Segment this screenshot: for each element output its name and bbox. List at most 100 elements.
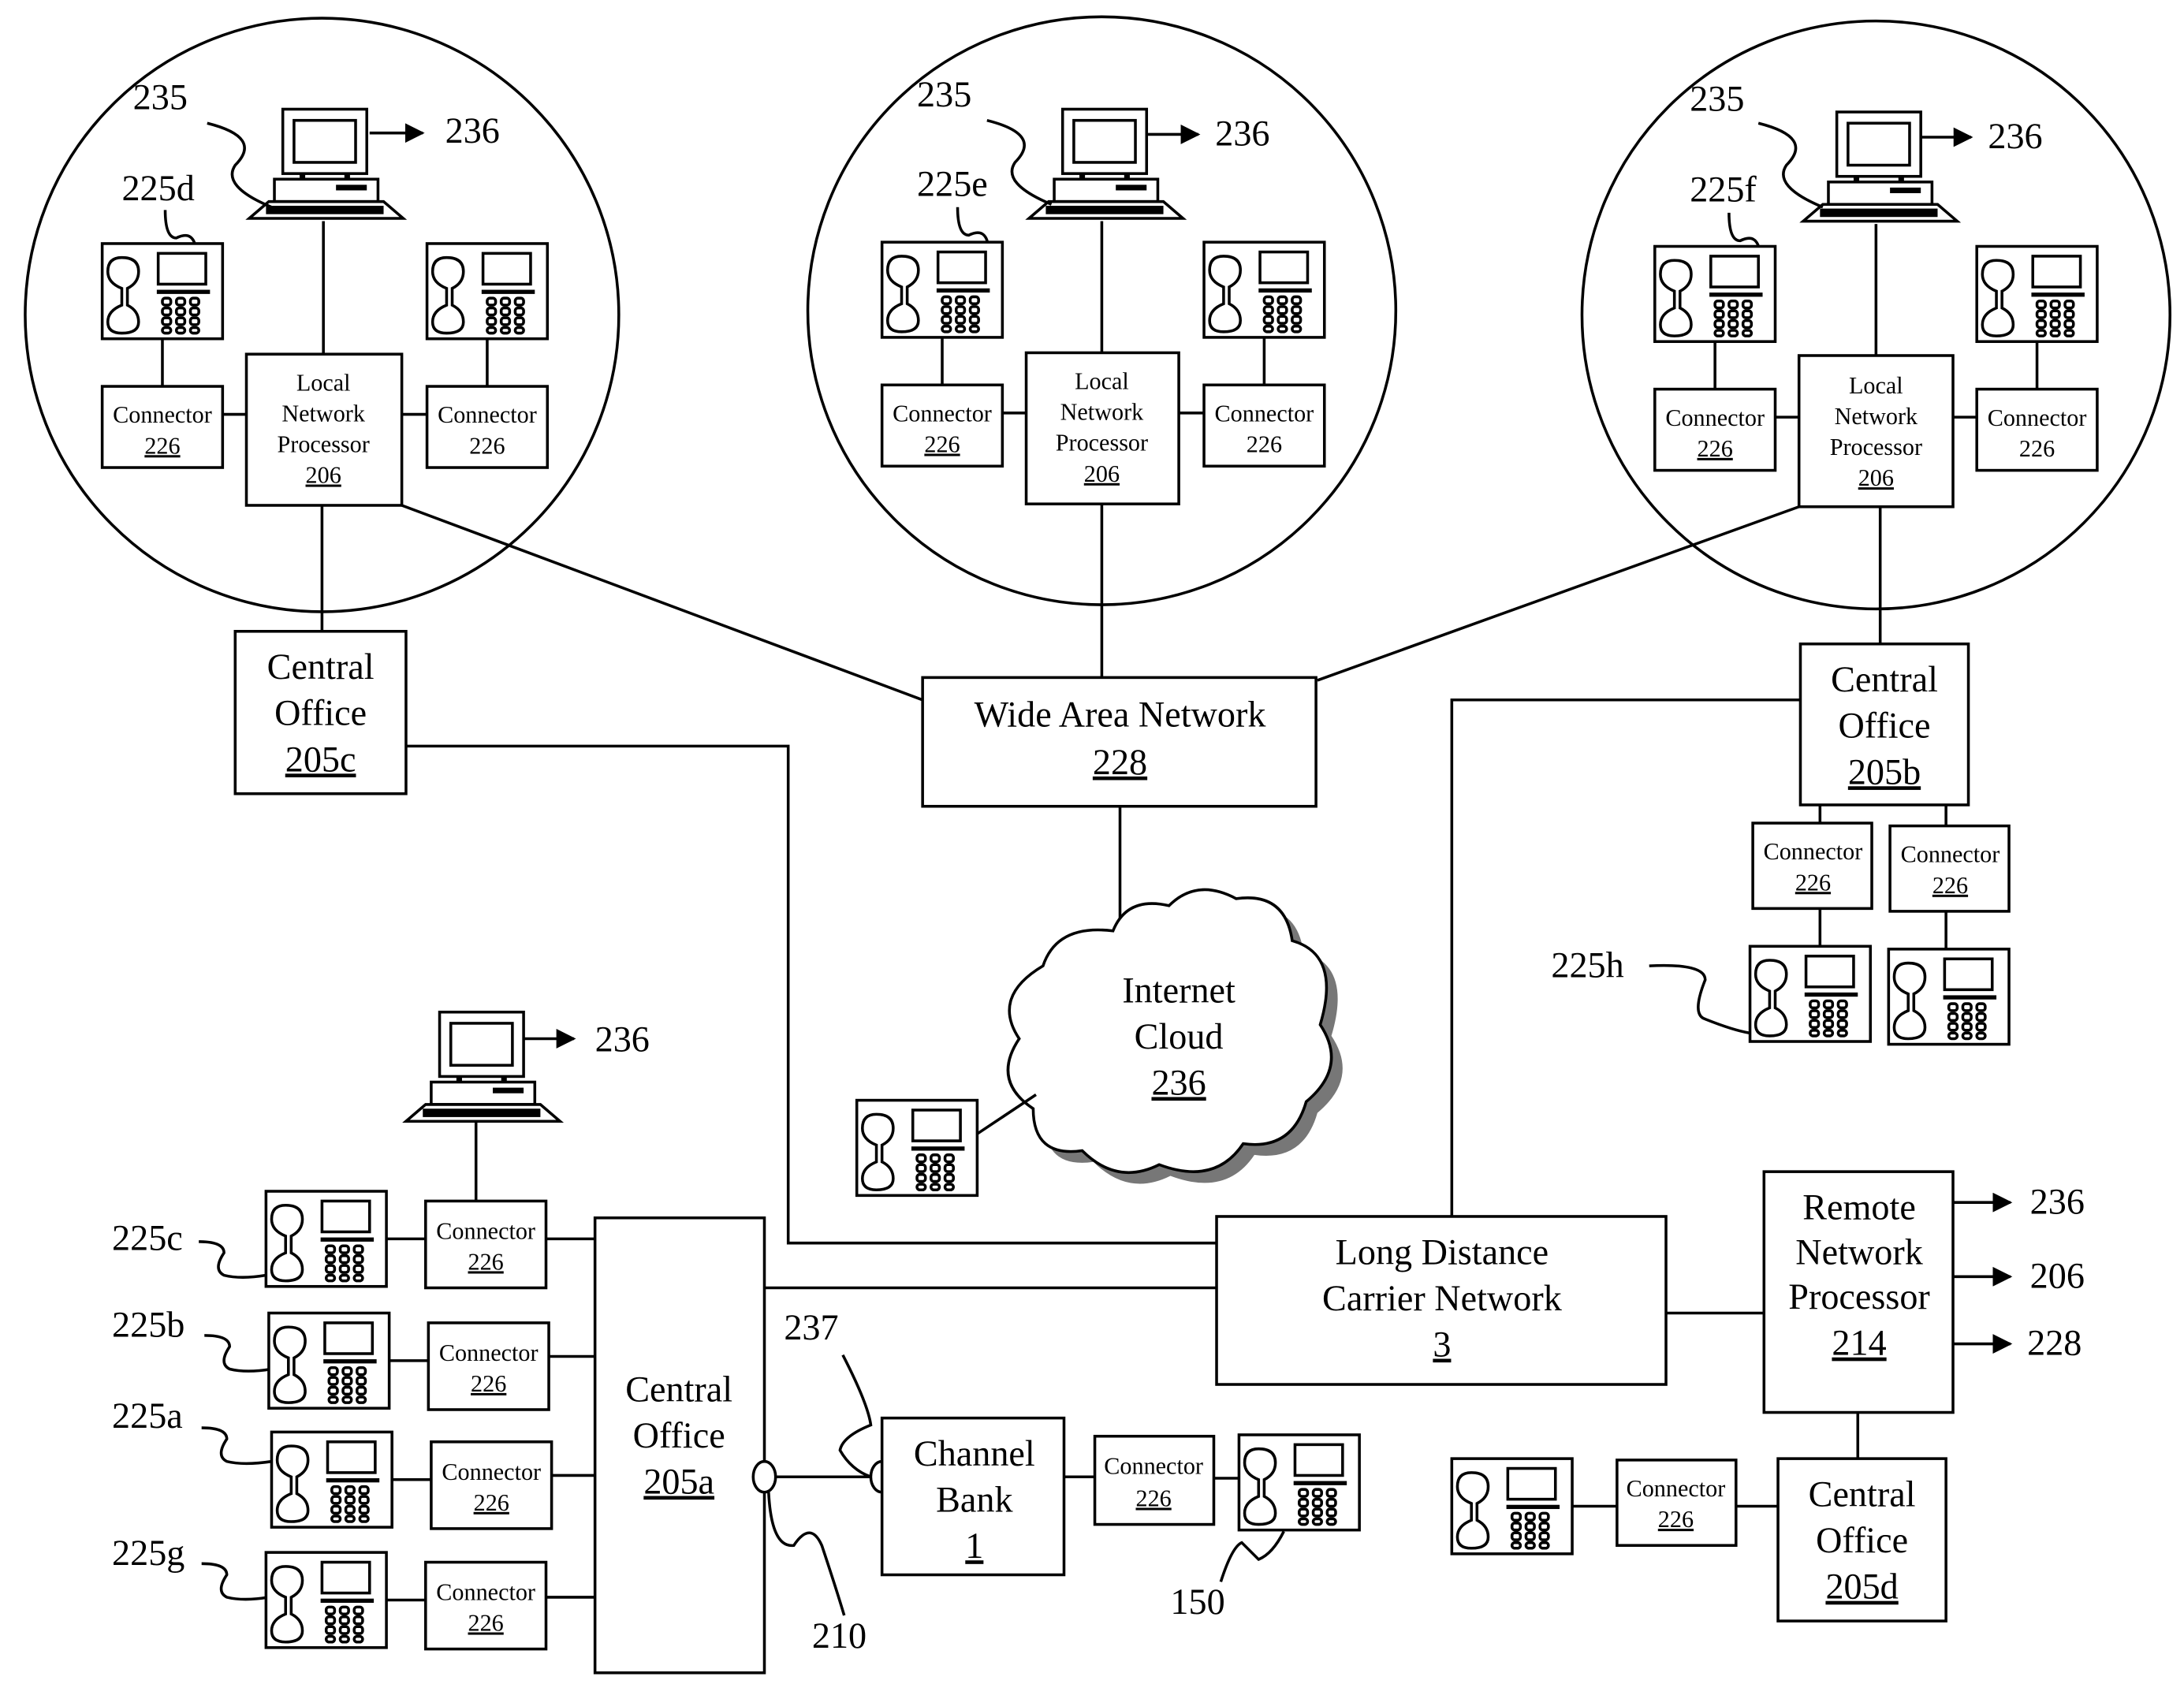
computer-icon (1802, 110, 1959, 223)
ref-label: 236 (1988, 116, 2042, 156)
ref-label: 235 (133, 76, 188, 117)
phone-icon (264, 1551, 388, 1649)
box-num: 3 (1433, 1324, 1451, 1365)
ref-label: 225d (121, 168, 194, 208)
box-label: Bank (936, 1480, 1013, 1520)
lnp-label: Processor (1056, 430, 1148, 456)
central-office-205c: Central Office 205c (233, 630, 408, 795)
internet-cloud: Internet Cloud 236 (1006, 888, 1343, 1184)
network-diagram: 236 235 225d Connector 226 Connector 226… (24, 15, 2172, 1675)
connector-num: 226 (471, 1370, 506, 1397)
ref-label: 225a (112, 1395, 183, 1436)
box-label: Office (1838, 706, 1930, 746)
lnp-label: Local (296, 369, 351, 396)
lnp-label: Local (1849, 372, 1903, 399)
central-office-205b: Central Office 205b (1798, 642, 1970, 807)
ref-label: 225g (112, 1533, 184, 1573)
ref-label: 210 (812, 1615, 867, 1656)
box-num: 205c (285, 739, 356, 779)
phone-icon (1887, 948, 2011, 1046)
cloud-label: Cloud (1135, 1016, 1224, 1056)
phone-icon (1237, 1433, 1361, 1532)
connector-label: Connector (438, 401, 537, 428)
connector-label: Connector (442, 1459, 541, 1485)
lnp-label: Local (1075, 368, 1129, 395)
box-label: Remote (1802, 1187, 1916, 1228)
connector-num: 226 (1247, 431, 1282, 458)
subscriber-lines: 225c Connector 226 225b Connector 226 22… (112, 1190, 595, 1651)
computer-icon (1027, 107, 1185, 220)
ref-label: 150 (1170, 1582, 1224, 1622)
phone-icon (425, 242, 550, 341)
connector-num: 226 (2019, 435, 2055, 462)
lnp-num: 206 (306, 462, 341, 489)
lnp-num: 206 (1858, 464, 1894, 491)
connector-label: Connector (1104, 1453, 1203, 1480)
connector-num: 226 (1698, 435, 1733, 462)
box-label: Wide Area Network (975, 695, 1267, 735)
lnp-label: Processor (278, 431, 370, 458)
phone-icon (1202, 240, 1326, 339)
box-label: Central (1809, 1474, 1916, 1514)
box-label: Carrier Network (1322, 1278, 1563, 1318)
lnp-num: 206 (1084, 460, 1120, 487)
ref-label: 236 (445, 110, 500, 151)
box-label: Channel (914, 1433, 1035, 1474)
ref-label: 236 (1215, 114, 1269, 154)
central-office-205d: Central Office 205d (1776, 1457, 1947, 1623)
phone-icon (1975, 244, 2099, 344)
connector-num: 226 (474, 1489, 509, 1516)
connector-num: 226 (468, 1610, 504, 1637)
box-label: Central (625, 1369, 732, 1409)
lnp-label: Processor (1830, 434, 1922, 460)
lnp-label: Network (1060, 399, 1144, 426)
ref-label: 237 (784, 1307, 838, 1347)
ref-label: 225e (917, 164, 988, 204)
computer-icon (404, 1010, 562, 1123)
box-label: Network (1795, 1231, 1923, 1272)
channel-bank: Channel Bank 1 (880, 1416, 1066, 1577)
box-num: 228 (1093, 742, 1147, 782)
connector-num: 226 (1658, 1506, 1694, 1533)
lnp-label: Network (281, 400, 365, 427)
remote-network-processor: Remote Network Processor 214 (1762, 1170, 1955, 1414)
connector-label: Connector (1627, 1475, 1726, 1502)
box-label: Central (267, 646, 375, 687)
box-num: 205b (1848, 751, 1921, 792)
connector-num: 226 (1795, 869, 1831, 896)
phone-icon (855, 1098, 979, 1198)
connector-label: Connector (113, 401, 212, 428)
connector-label: Connector (439, 1339, 539, 1366)
box-num: 1 (965, 1526, 983, 1566)
local-site-3: 236 235 225f Connector 226 Connector 226… (1580, 19, 2172, 611)
box-label: Processor (1788, 1276, 1929, 1317)
ref-label: 225b (112, 1305, 184, 1345)
connector-label: Connector (1665, 404, 1765, 431)
connector-num: 226 (1932, 872, 1968, 899)
phone-icon (264, 1190, 388, 1288)
connector-num: 226 (924, 431, 960, 458)
box-num: 214 (1832, 1323, 1886, 1363)
connector-num: 226 (468, 1248, 504, 1275)
phone-icon (1450, 1457, 1574, 1555)
phone-icon (1653, 244, 1777, 344)
leader-line (207, 121, 273, 209)
box-num: 205a (643, 1462, 714, 1502)
connector-label: Connector (436, 1578, 535, 1605)
connector-label: Connector (1764, 838, 1863, 865)
central-office-205a: Central Office 205a (593, 1216, 766, 1675)
ref-label: 225c (112, 1218, 183, 1258)
box-num: 205d (1825, 1567, 1898, 1607)
ref-label: 235 (917, 74, 971, 114)
phone-icon (100, 242, 225, 341)
ref-label: 228 (2027, 1323, 2082, 1363)
connector-num: 226 (1135, 1485, 1171, 1512)
connector-label: Connector (893, 400, 992, 427)
ref-label: 236 (595, 1019, 650, 1059)
box-label: Office (633, 1415, 725, 1455)
ref-label: 225h (1551, 944, 1623, 985)
long-distance-carrier-network: Long Distance Carrier Network 3 (1215, 1215, 1668, 1386)
connector-label: Connector (436, 1217, 535, 1244)
junction-210 (751, 1459, 777, 1494)
connector-num: 226 (469, 432, 505, 459)
